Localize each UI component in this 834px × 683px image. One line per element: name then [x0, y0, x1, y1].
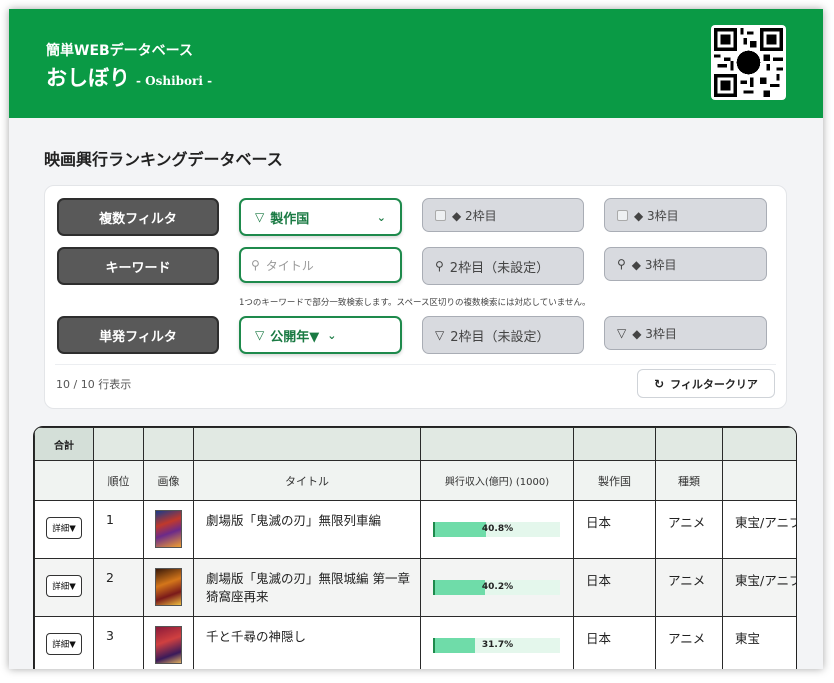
- revenue-bar: 40.8%: [433, 522, 560, 537]
- multi-filter-button[interactable]: 複数フィルタ: [57, 198, 219, 236]
- multi-filter-slot2-label: ◆ 2枠目: [452, 208, 497, 223]
- country-cell: 日本: [573, 558, 656, 617]
- multi-filter-slot1-label: 製作国: [270, 211, 310, 227]
- site-subtitle: 簡単WEBデータベース: [46, 43, 193, 59]
- header-genre[interactable]: 種類: [655, 460, 723, 501]
- table-row: 詳細▼ 2 劇場版「鬼滅の刃」無限城編 第一章 猗窩座再来 40.2% 日本 ア…: [34, 558, 796, 617]
- funnel-icon: ▽: [255, 210, 265, 224]
- movie-poster[interactable]: [155, 510, 182, 548]
- search-icon: ⚲: [251, 258, 260, 272]
- chevron-down-icon: ⌄: [327, 328, 337, 342]
- title-cell: 劇場版「鬼滅の刃」無限城編 第一章 猗窩座再来: [193, 558, 421, 617]
- header-title[interactable]: タイトル: [193, 460, 421, 501]
- reset-icon: ↻: [654, 376, 665, 391]
- keyword-hint: 1つのキーワードで部分一致検索します。スペース区切りの複数検索には対応していませ…: [239, 298, 591, 308]
- total-row: 合計: [34, 427, 796, 461]
- single-filter-year-select[interactable]: ▽ 公開年▼ ⌄: [239, 316, 402, 354]
- table-row: 詳細▼ 3 千と千尋の神隠し 31.7% 日本 アニメ 東宝: [34, 616, 796, 669]
- revenue-percent: 40.2%: [481, 582, 514, 592]
- single-filter-button[interactable]: 単発フィルタ: [57, 316, 219, 354]
- keyword-slot3[interactable]: ⚲ ◆ 3枠目: [604, 247, 767, 281]
- multi-filter-label: 複数フィルタ: [99, 211, 177, 227]
- keyword-slot2-label: 2枠目（未設定）: [449, 260, 550, 276]
- single-filter-slot3[interactable]: ▽ ◆ 3枠目: [604, 316, 767, 350]
- header-distributor[interactable]: 配給: [722, 460, 796, 501]
- revenue-bar: 40.2%: [433, 580, 560, 595]
- chevron-down-icon: ⌄: [376, 211, 386, 224]
- detail-button[interactable]: 詳細▼: [46, 633, 82, 655]
- filter-clear-button[interactable]: ↻ フィルタークリア: [637, 369, 775, 398]
- detail-button[interactable]: 詳細▼: [46, 575, 82, 597]
- genre-cell: アニメ: [655, 500, 723, 559]
- ranking-table: 合計 順位 画像 タイトル 興行収入(億円) (1000) 製作国 種類 配給 …: [34, 427, 796, 669]
- single-filter-slot1-label: 公開年▼: [270, 329, 320, 345]
- multi-filter-country-select[interactable]: ▽ 製作国 ⌄: [239, 198, 402, 236]
- genre-cell: アニメ: [655, 616, 723, 669]
- multi-filter-slot3[interactable]: ◆ 3枠目: [604, 198, 767, 232]
- header-row: 順位 画像 タイトル 興行収入(億円) (1000) 製作国 種類 配給: [34, 460, 796, 501]
- checkbox-icon: [617, 209, 628, 221]
- qr-code-icon: [711, 25, 786, 100]
- site-brand[interactable]: おしぼり - Oshibori -: [46, 62, 212, 92]
- header-revenue[interactable]: 興行収入(億円) (1000): [420, 460, 574, 501]
- brand-name-en: - Oshibori -: [136, 74, 213, 88]
- revenue-percent: 40.8%: [481, 524, 514, 534]
- rank-cell: 3: [93, 616, 144, 669]
- single-filter-slot2[interactable]: ▽ 2枠目（未設定）: [422, 316, 584, 354]
- site-header: 簡単WEBデータベース おしぼり - Oshibori -: [9, 9, 823, 118]
- revenue-percent: 31.7%: [481, 640, 514, 650]
- search-icon: ⚲: [617, 257, 626, 271]
- distributor-cell: 東宝/アニプレックス: [722, 500, 796, 559]
- keyword-button[interactable]: キーワード: [57, 247, 219, 285]
- rank-cell: 2: [93, 558, 144, 617]
- brand-name: おしぼり: [46, 65, 130, 90]
- keyword-slot2[interactable]: ⚲ 2枠目（未設定）: [422, 247, 584, 285]
- divider: [55, 364, 776, 365]
- header-image[interactable]: 画像: [143, 460, 194, 501]
- country-cell: 日本: [573, 616, 656, 669]
- table-row: 詳細▼ 1 劇場版「鬼滅の刃」無限列車編 40.8% 日本 アニメ 東宝/アニプ…: [34, 500, 796, 559]
- keyword-label: キーワード: [105, 260, 171, 276]
- total-label: 合計: [34, 427, 94, 461]
- country-cell: 日本: [573, 500, 656, 559]
- single-filter-slot3-label: ◆ 3枠目: [632, 326, 677, 341]
- distributor-cell: 東宝/アニプレックス: [722, 558, 796, 617]
- movie-poster[interactable]: [155, 626, 182, 664]
- single-filter-label: 単発フィルタ: [99, 329, 177, 345]
- genre-cell: アニメ: [655, 558, 723, 617]
- title-cell: 千と千尋の神隠し: [193, 616, 421, 669]
- row-count: 10 / 10 行表示: [56, 378, 132, 391]
- filter-clear-label: フィルタークリア: [670, 377, 758, 391]
- header-detail: [34, 460, 94, 501]
- search-icon: ⚲: [435, 259, 444, 273]
- checkbox-icon: [435, 209, 446, 221]
- movie-poster[interactable]: [155, 568, 182, 606]
- header-country[interactable]: 製作国: [573, 460, 656, 501]
- distributor-cell: 東宝: [722, 616, 796, 669]
- keyword-slot3-label: ◆ 3枠目: [631, 257, 677, 272]
- keyword-search-input[interactable]: ⚲ タイトル: [239, 247, 402, 283]
- keyword-placeholder: タイトル: [265, 258, 314, 273]
- multi-filter-slot2[interactable]: ◆ 2枠目: [422, 198, 584, 232]
- ranking-table-container[interactable]: 合計 順位 画像 タイトル 興行収入(億円) (1000) 製作国 種類 配給 …: [33, 426, 797, 669]
- funnel-icon: ▽: [435, 328, 445, 342]
- multi-filter-slot3-label: ◆ 3枠目: [634, 208, 679, 223]
- funnel-icon: ▽: [617, 326, 627, 340]
- page-title: 映画興行ランキングデータベース: [44, 150, 283, 169]
- funnel-icon: ▽: [255, 328, 265, 342]
- header-rank[interactable]: 順位: [93, 460, 144, 501]
- detail-button[interactable]: 詳細▼: [46, 517, 82, 539]
- filter-panel: 複数フィルタ ▽ 製作国 ⌄ ◆ 2枠目 ◆ 3枠目 キーワード ⚲ タイトル …: [44, 185, 787, 409]
- app-window: 簡単WEBデータベース おしぼり - Oshibori - 映画興行ランキングデ…: [9, 9, 823, 669]
- rank-cell: 1: [93, 500, 144, 559]
- single-filter-slot2-label: 2枠目（未設定）: [450, 329, 550, 345]
- revenue-bar: 31.7%: [433, 638, 560, 653]
- title-cell: 劇場版「鬼滅の刃」無限列車編: [193, 500, 421, 559]
